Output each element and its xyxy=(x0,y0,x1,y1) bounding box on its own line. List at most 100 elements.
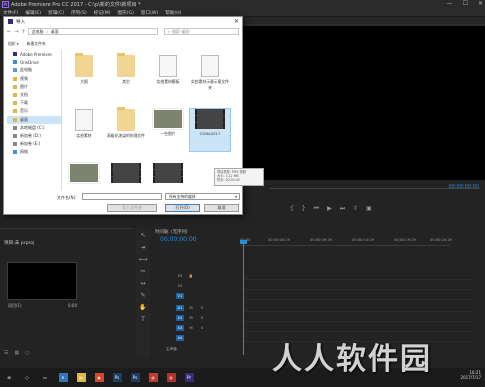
nav-item[interactable]: 下载 xyxy=(7,99,61,107)
maximize-button[interactable]: ☐ xyxy=(463,0,468,7)
menu-window[interactable]: 窗口(W) xyxy=(141,10,158,16)
address-bar[interactable]: 此电脑 › 桌面 xyxy=(28,28,158,35)
project-panel-title[interactable]: 项目:未 prproj xyxy=(4,240,34,246)
file-item[interactable]: 一些图片 xyxy=(148,109,188,151)
solo-icon[interactable]: S xyxy=(198,315,206,321)
app-icon[interactable]: ◍ xyxy=(144,368,162,387)
type-tool-icon[interactable]: T xyxy=(141,316,145,323)
path-segment[interactable]: 此电脑 xyxy=(32,29,43,35)
hand-tool-icon[interactable]: ✋ xyxy=(139,304,146,311)
zoom-slider-icon[interactable]: ○ xyxy=(25,350,29,356)
file-item[interactable]: 实拍素材 xyxy=(64,109,104,151)
mute-icon[interactable]: M xyxy=(187,305,195,311)
list-view-icon[interactable]: ☰ xyxy=(4,350,8,356)
filename-input[interactable] xyxy=(82,193,162,200)
track-select-tool-icon[interactable]: ⇥ xyxy=(140,244,145,251)
nav-item[interactable]: 本地磁盘 (C:) xyxy=(7,124,61,132)
play-icon[interactable]: ▶ xyxy=(327,205,332,213)
razor-tool-icon[interactable]: ✂ xyxy=(140,268,145,275)
store-icon[interactable]: ◉ xyxy=(90,368,108,387)
lock-icon[interactable]: 🔒 xyxy=(187,273,195,279)
selection-tool-icon[interactable]: ↖ xyxy=(140,232,145,239)
nav-item[interactable]: 新加卷 (D:) xyxy=(7,132,61,140)
lift-icon[interactable]: ⇧ xyxy=(353,205,358,213)
filetype-select[interactable]: 所有支持的媒体 ▾ xyxy=(165,193,240,200)
file-item[interactable]: 实拍素材模板 xyxy=(148,55,188,97)
nav-item[interactable]: 桌面 xyxy=(7,115,61,124)
mark-in-icon[interactable]: { xyxy=(290,205,294,213)
path-segment[interactable]: 桌面 xyxy=(51,29,59,35)
cancel-button[interactable]: 取消 xyxy=(204,204,239,212)
timeline-tab[interactable]: 时间轴: (无序列) xyxy=(155,229,188,235)
nav-item[interactable]: 图片 xyxy=(7,83,61,91)
timeline-timecode[interactable]: 00;00;00;00 xyxy=(160,236,197,243)
nav-item[interactable]: 网络 xyxy=(7,148,61,156)
nav-item[interactable]: 文档 xyxy=(7,91,61,99)
track-label[interactable]: V3 xyxy=(176,273,184,279)
photoshop-icon-2[interactable]: Ps xyxy=(126,368,144,387)
file-item[interactable]: 高级化渲染的的理文件 xyxy=(106,107,146,151)
nav-item[interactable]: 新加卷 (E:) xyxy=(7,140,61,148)
import-folder-button[interactable]: 导入文件夹 xyxy=(107,204,157,212)
track-label[interactable]: V2 xyxy=(176,283,184,289)
nav-item[interactable]: 此电脑 xyxy=(7,66,61,74)
mute-icon[interactable]: M xyxy=(187,315,195,321)
organize-button[interactable]: 组织 ▾ xyxy=(8,41,19,47)
menu-graphics[interactable]: 图形(G) xyxy=(118,10,134,16)
track-target-a4[interactable]: A4 xyxy=(176,335,184,341)
track-target-a2[interactable]: A2 xyxy=(176,315,184,321)
program-scrub-bar[interactable] xyxy=(270,188,480,189)
file-item[interactable]: OCNA2017 xyxy=(189,108,231,152)
app-icon-2[interactable]: ◍ xyxy=(162,368,180,387)
menu-clip[interactable]: 剪辑(C) xyxy=(48,10,64,16)
system-tray-clock[interactable]: 16:21 2017/7/17 xyxy=(460,370,481,380)
nav-item[interactable]: Adobe Premiere xyxy=(7,50,61,58)
track-target-v1[interactable]: V1 xyxy=(176,293,184,299)
track-lane[interactable] xyxy=(243,324,473,332)
step-back-icon[interactable]: ⏮ xyxy=(314,205,319,213)
search-box[interactable]: ⌕ 搜索"桌面" xyxy=(164,28,239,35)
menu-sequence[interactable]: 序列(S) xyxy=(71,10,87,16)
track-target-a1[interactable]: A1 xyxy=(176,305,184,311)
file-item[interactable]: 实拍素材示意示意文件夹 xyxy=(190,55,230,97)
clip-thumbnail[interactable] xyxy=(7,262,77,300)
edge-icon[interactable]: e xyxy=(54,368,72,387)
track-target-a3[interactable]: A3 xyxy=(176,325,184,331)
nav-item[interactable]: 视频 xyxy=(7,75,61,83)
slip-tool-icon[interactable]: ↔ xyxy=(140,280,145,287)
pen-tool-icon[interactable]: ✎ xyxy=(140,292,145,299)
solo-icon[interactable]: S xyxy=(198,305,206,311)
mute-icon[interactable]: M xyxy=(187,325,195,331)
menu-help[interactable]: 帮助(H) xyxy=(165,10,181,16)
track-lane[interactable] xyxy=(243,292,473,300)
close-button[interactable]: ✕ xyxy=(478,0,483,7)
track-lane[interactable] xyxy=(243,282,473,290)
search-icon[interactable]: ○ xyxy=(18,368,36,387)
timeline-ruler[interactable]: 00;00 00;00;04;29 00;00;09;29 00;00;14;2… xyxy=(240,238,452,246)
menu-marker[interactable]: 标记(M) xyxy=(94,10,111,16)
explorer-icon[interactable]: ▤ xyxy=(72,368,90,387)
back-arrow-icon[interactable]: ← xyxy=(7,29,11,35)
dialog-close-button[interactable]: ✕ xyxy=(234,18,239,25)
solo-icon[interactable]: S xyxy=(198,325,206,331)
minimize-button[interactable]: — xyxy=(447,0,453,7)
file-item[interactable]: 大图 xyxy=(64,53,104,97)
new-folder-button[interactable]: 新建文件夹 xyxy=(27,41,46,47)
step-forward-icon[interactable]: ⏭ xyxy=(340,205,345,213)
forward-arrow-icon[interactable]: → xyxy=(14,29,18,35)
track-lane[interactable] xyxy=(243,314,473,322)
ripple-edit-tool-icon[interactable]: ⟷ xyxy=(139,256,148,263)
up-arrow-icon[interactable]: ↑ xyxy=(21,29,25,35)
menu-file[interactable]: 文件(F) xyxy=(3,10,18,16)
mark-out-icon[interactable]: } xyxy=(302,205,306,213)
export-frame-icon[interactable]: ▣ xyxy=(366,205,372,213)
photoshop-icon[interactable]: Ps xyxy=(108,368,126,387)
file-item[interactable]: 其它 xyxy=(106,53,146,97)
task-view-icon[interactable]: ▭ xyxy=(36,368,54,387)
windows-start-icon[interactable]: ⊞ xyxy=(0,368,18,387)
track-lane[interactable] xyxy=(243,272,473,280)
open-button[interactable]: 打开(O) xyxy=(165,204,200,212)
track-lane[interactable] xyxy=(243,304,473,312)
nav-item[interactable]: 音乐 xyxy=(7,107,61,115)
icon-view-icon[interactable]: ▦ xyxy=(14,350,19,356)
